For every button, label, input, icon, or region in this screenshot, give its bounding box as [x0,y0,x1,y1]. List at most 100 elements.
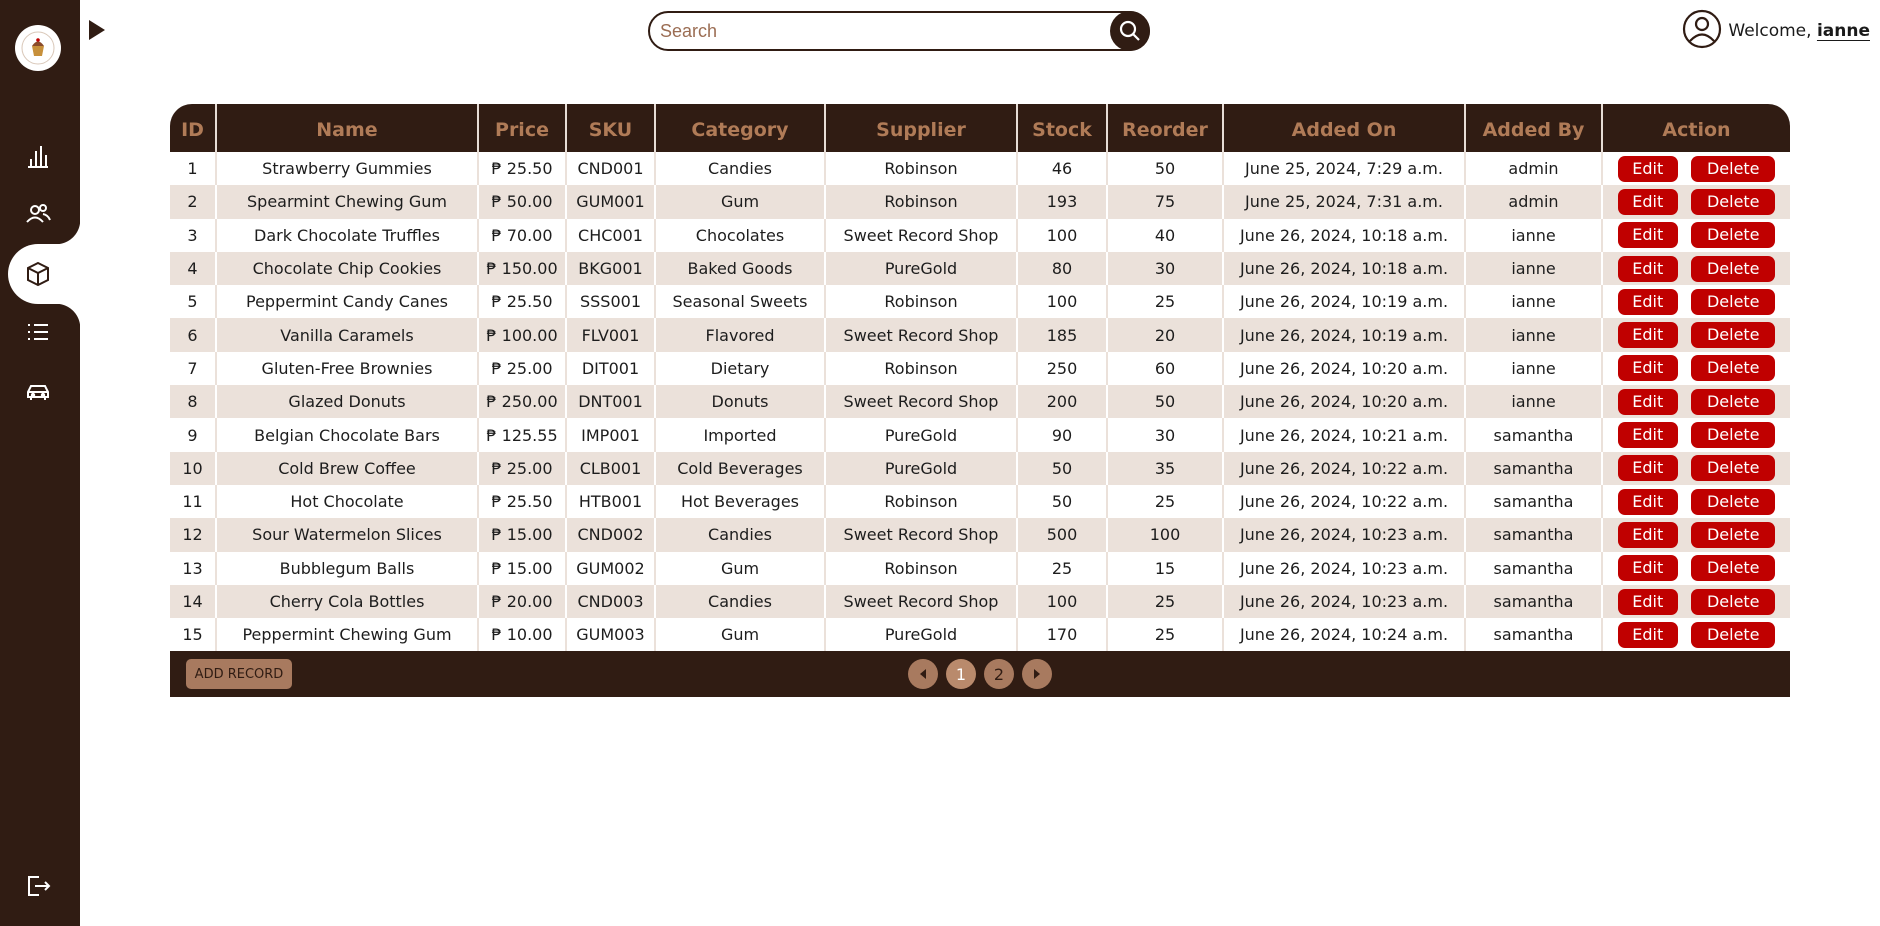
cell-price: ₱ 70.00 [477,218,566,252]
cell-action: Edit Delete [1601,584,1790,619]
cell-sku: FLV001 [565,318,655,352]
username-link[interactable]: ianne [1817,21,1870,41]
header-reorder[interactable]: Reorder [1106,104,1223,152]
header-stock[interactable]: Stock [1016,104,1107,152]
edit-button[interactable]: Edit [1617,355,1678,382]
cell-action: Edit Delete [1601,484,1790,519]
delete-button[interactable]: Delete [1691,422,1776,449]
sidebar-toggle-icon[interactable] [86,18,108,42]
cell-stock: 170 [1016,618,1107,652]
cell-action: Edit Delete [1601,385,1790,419]
cell-supplier: Robinson [824,484,1017,519]
cell-added-on: June 26, 2024, 10:18 a.m. [1222,218,1465,252]
cell-name: Vanilla Caramels [215,318,478,352]
cell-sku: IMP001 [565,418,655,452]
cell-category: Gum [654,551,825,585]
cell-added-by: ianne [1464,351,1602,386]
edit-button[interactable]: Edit [1617,188,1678,215]
cell-price: ₱ 100.00 [477,318,566,352]
edit-button[interactable]: Edit [1617,588,1678,615]
user-area: Welcome, ianne [1682,9,1870,53]
cell-added-on: June 25, 2024, 7:31 a.m. [1222,185,1465,219]
logout-icon[interactable] [22,870,54,902]
delete-button[interactable]: Delete [1691,322,1776,349]
table-row: 6 Vanilla Caramels ₱ 100.00 FLV001 Flavored S… [170,318,1790,352]
search-icon[interactable] [1110,11,1150,51]
row-actions: Edit Delete [1604,388,1790,415]
add-record-button[interactable]: ADD RECORD [186,659,292,690]
header-added-on[interactable]: Added On [1222,104,1465,152]
header-sku[interactable]: SKU [565,104,655,152]
cell-id: 10 [182,458,203,478]
cell-sku: GUM002 [565,551,655,585]
cell-category: Baked Goods [654,251,825,286]
delete-button[interactable]: Delete [1691,355,1776,382]
delete-button[interactable]: Delete [1691,555,1776,582]
delete-button[interactable]: Delete [1691,288,1776,315]
edit-button[interactable]: Edit [1617,521,1678,548]
edit-button[interactable]: Edit [1617,255,1678,282]
avatar-icon[interactable] [1682,9,1722,53]
cell-category: Dietary [654,351,825,386]
search-input[interactable] [660,18,1100,44]
edit-button[interactable]: Edit [1617,455,1678,482]
header-added-by[interactable]: Added By [1464,104,1602,152]
delete-button[interactable]: Delete [1691,521,1776,548]
row-actions: Edit Delete [1604,322,1790,349]
cell-sku: CHC001 [565,218,655,252]
search-bar [648,11,1150,51]
cell-added-on: June 26, 2024, 10:19 a.m. [1222,285,1465,319]
next-page-icon[interactable] [1022,659,1052,690]
cell-id: 15 [182,625,203,645]
header-price[interactable]: Price [477,104,566,152]
brand-logo[interactable] [15,25,61,71]
page-2-button[interactable]: 2 [984,659,1014,690]
header-id[interactable]: ID [170,104,216,152]
edit-button[interactable]: Edit [1617,155,1678,182]
cell-added-on: June 26, 2024, 10:23 a.m. [1222,518,1465,552]
table-header-row: ID Name Price SKU Category Supplier Stoc… [170,104,1790,152]
cell-added-by: samantha [1464,484,1602,519]
edit-button[interactable]: Edit [1617,422,1678,449]
cell-stock: 50 [1016,484,1107,519]
cell-reorder: 15 [1106,551,1223,585]
nav-inventory-box-icon[interactable] [22,258,54,290]
edit-button[interactable]: Edit [1617,222,1678,249]
delete-button[interactable]: Delete [1691,155,1776,182]
edit-button[interactable]: Edit [1617,288,1678,315]
delete-button[interactable]: Delete [1691,588,1776,615]
delete-button[interactable]: Delete [1691,488,1776,515]
cell-stock: 80 [1016,251,1107,286]
delete-button[interactable]: Delete [1691,621,1776,648]
edit-button[interactable]: Edit [1617,621,1678,648]
cell-price: ₱ 20.00 [477,584,566,619]
delete-button[interactable]: Delete [1691,455,1776,482]
nav-car-icon[interactable] [22,376,54,408]
cell-action: Edit Delete [1601,451,1790,485]
cell-price: ₱ 25.50 [477,152,566,186]
header-category[interactable]: Category [654,104,825,152]
header-supplier[interactable]: Supplier [824,104,1017,152]
cell-stock: 90 [1016,418,1107,452]
delete-button[interactable]: Delete [1691,255,1776,282]
header-name[interactable]: Name [215,104,478,152]
delete-button[interactable]: Delete [1691,388,1776,415]
edit-button[interactable]: Edit [1617,488,1678,515]
delete-button[interactable]: Delete [1691,188,1776,215]
cell-stock: 193 [1016,185,1107,219]
nav-list-icon[interactable] [22,316,54,348]
table-row: 5 Peppermint Candy Canes ₱ 25.50 SSS001 Seas… [170,285,1790,319]
edit-button[interactable]: Edit [1617,322,1678,349]
nav-users-icon[interactable] [22,198,54,230]
cell-category: Gum [654,185,825,219]
edit-button[interactable]: Edit [1617,555,1678,582]
cell-price: ₱ 10.00 [477,618,566,652]
page-1-button[interactable]: 1 [946,659,976,690]
edit-button[interactable]: Edit [1617,388,1678,415]
nav-dashboard-icon[interactable] [22,140,54,172]
delete-button[interactable]: Delete [1691,222,1776,249]
cell-added-on: June 26, 2024, 10:21 a.m. [1222,418,1465,452]
cell-sku: CND002 [565,518,655,552]
prev-page-icon[interactable] [908,659,938,690]
cell-reorder: 25 [1106,285,1223,319]
